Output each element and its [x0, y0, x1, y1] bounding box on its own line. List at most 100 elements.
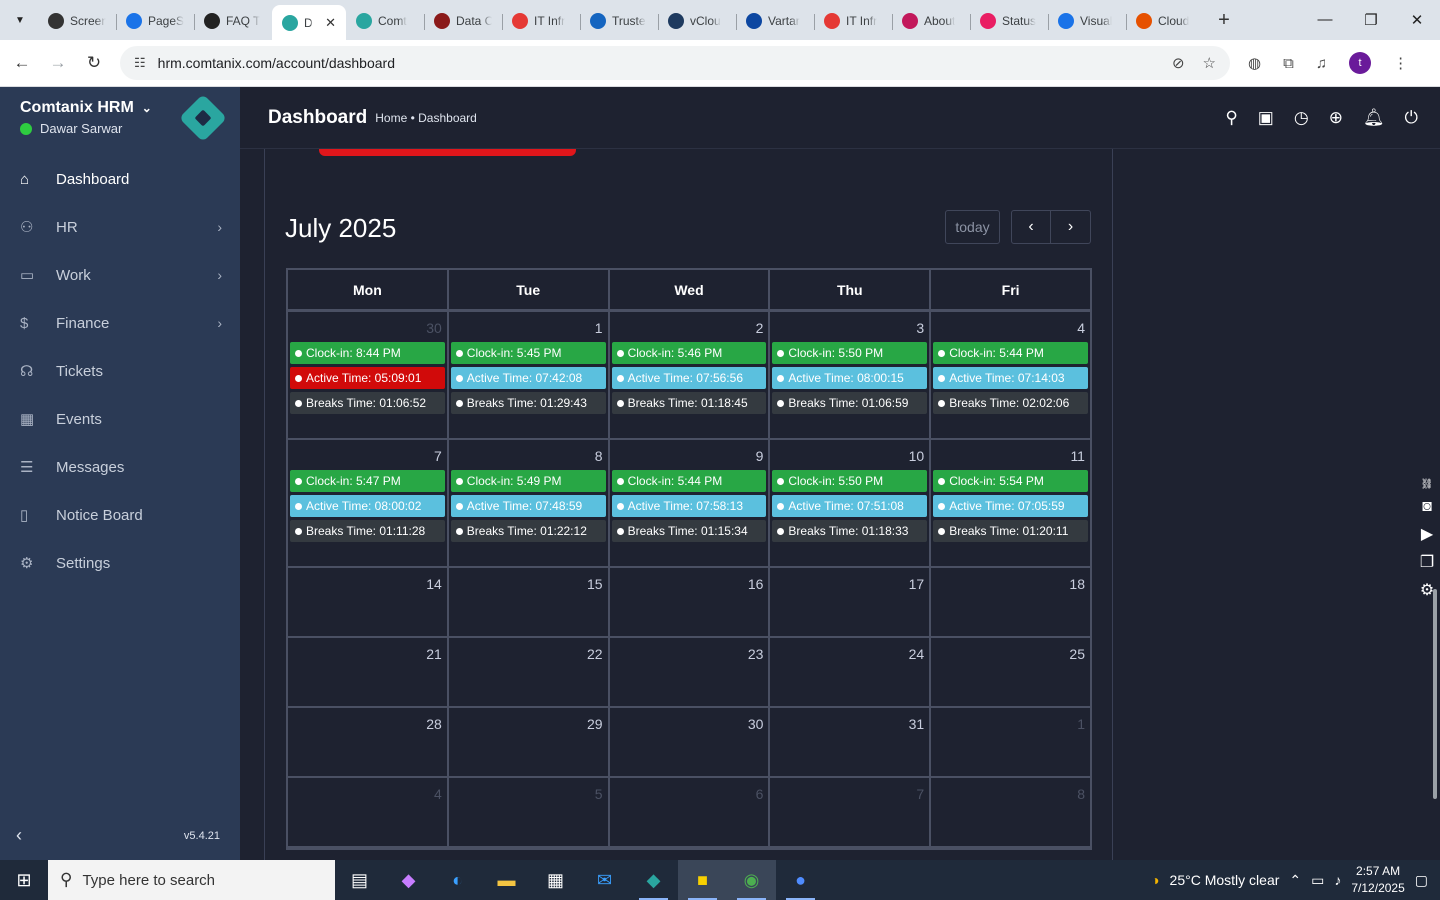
calendar-event-active[interactable]: Active Time: 07:14:03	[933, 367, 1088, 389]
calendar-day-cell[interactable]: 30	[610, 708, 771, 776]
forward-icon[interactable]: →	[40, 53, 76, 73]
calendar-event-breaks[interactable]: Breaks Time: 01:11:28	[290, 520, 445, 542]
calendar-event-active[interactable]: Active Time: 07:58:13	[611, 495, 767, 517]
sticky-notes-icon[interactable]: ■	[678, 860, 727, 900]
day-number[interactable]: 14	[290, 570, 445, 598]
calendar-event-active[interactable]: Active Time: 07:05:59	[933, 495, 1088, 517]
prev-month-icon[interactable]: ‹	[1011, 210, 1051, 244]
calendar-day-cell[interactable]: 30 Clock-in: 8:44 PM Active Time: 05:09:01…	[288, 312, 449, 438]
calendar-day-cell[interactable]: 7	[770, 778, 932, 846]
day-number[interactable]: 18	[933, 570, 1088, 598]
bell-icon[interactable]: 🔔︎	[1363, 108, 1385, 128]
day-number[interactable]: 1	[451, 314, 606, 342]
notifications-icon[interactable]: ▢	[1415, 872, 1428, 889]
weather-text[interactable]: 25°C Mostly clear	[1170, 872, 1280, 888]
calendar-day-cell[interactable]: 25	[931, 638, 1090, 706]
calendar-event-active[interactable]: Active Time: 07:51:08	[772, 495, 928, 517]
address-bar[interactable]: ☷ hrm.comtanix.com/account/dashboard ⊘ ☆	[120, 46, 1230, 80]
calendar-event-late[interactable]: Active Time: 05:09:01	[290, 367, 445, 389]
new-tab-button[interactable]: +	[1212, 9, 1236, 32]
calendar-event-active[interactable]: Active Time: 07:56:56	[611, 367, 767, 389]
calendar-event-breaks[interactable]: Breaks Time: 01:18:33	[772, 520, 928, 542]
task-view-icon[interactable]: ▤	[335, 860, 384, 900]
breadcrumb[interactable]: Home • Dashboard	[375, 111, 477, 125]
calendar-day-cell[interactable]: 29	[449, 708, 610, 776]
browser-tab[interactable]: Data C	[424, 6, 502, 36]
sidebar-item-finance[interactable]: $ Finance ›	[0, 299, 240, 347]
calendar-event-active[interactable]: Active Time: 08:00:02	[290, 495, 445, 517]
day-number[interactable]: 17	[772, 570, 927, 598]
video-icon[interactable]: ▶	[1421, 524, 1433, 544]
calendar-day-cell[interactable]: 2 Clock-in: 5:46 PM Active Time: 07:56:56 B…	[610, 312, 771, 438]
calendar-day-cell[interactable]: 28	[288, 708, 449, 776]
day-number[interactable]: 28	[290, 710, 445, 738]
calendar-event-breaks[interactable]: Breaks Time: 01:18:45	[611, 392, 767, 414]
tab-search-icon[interactable]: ▼	[8, 8, 32, 32]
calendar-event-clock[interactable]: Clock-in: 5:46 PM	[611, 342, 767, 364]
tray-chevron-icon[interactable]: ⌃	[1289, 872, 1301, 889]
sticky-note-icon[interactable]: ▣	[1258, 108, 1274, 128]
store-icon[interactable]: ▦	[531, 860, 580, 900]
browser-tab[interactable]: Status	[970, 6, 1048, 36]
profile-avatar[interactable]: t	[1349, 52, 1372, 74]
day-number[interactable]: 11	[933, 442, 1088, 470]
today-button[interactable]: today	[945, 210, 1000, 244]
browser-tab[interactable]: vClou	[658, 6, 736, 36]
browser-tab[interactable]: IT Infr	[814, 6, 892, 36]
zoom-icon[interactable]: ●	[776, 860, 825, 900]
taskbar-clock[interactable]: 2:57 AM 7/12/2025	[1351, 863, 1404, 897]
calendar-event-breaks[interactable]: Breaks Time: 01:22:12	[450, 520, 606, 542]
day-number[interactable]: 31	[772, 710, 927, 738]
add-circle-icon[interactable]: ⊕	[1329, 108, 1343, 128]
day-number[interactable]: 30	[612, 710, 767, 738]
calendar-day-cell[interactable]: 31	[770, 708, 932, 776]
calendar-day-cell[interactable]: 6	[610, 778, 771, 846]
calendar-event-active[interactable]: Active Time: 07:42:08	[450, 367, 606, 389]
scrollbar[interactable]	[1433, 589, 1437, 799]
network-icon[interactable]: ▭	[1311, 872, 1324, 889]
day-number[interactable]: 3	[772, 314, 927, 342]
browser-tab[interactable]: Cloud	[1126, 6, 1204, 36]
taskbar-search[interactable]: ⚲ Type here to search	[48, 860, 335, 900]
sidebar-item-messages[interactable]: ☰ Messages	[0, 443, 240, 491]
day-number[interactable]: 1	[933, 710, 1088, 738]
extensions-icon[interactable]: ⧉	[1283, 55, 1294, 72]
day-number[interactable]: 22	[451, 640, 606, 668]
calendar-event-active[interactable]: Active Time: 08:00:15	[772, 367, 928, 389]
day-number[interactable]: 4	[290, 780, 445, 808]
day-number[interactable]: 5	[451, 780, 606, 808]
day-number[interactable]: 8	[933, 780, 1088, 808]
calendar-event-clock[interactable]: Clock-in: 5:44 PM	[933, 342, 1088, 364]
copilot-icon[interactable]: ◆	[384, 860, 433, 900]
browser-tab[interactable]: About	[892, 6, 970, 36]
calendar-event-clock[interactable]: Clock-in: 8:44 PM	[290, 342, 445, 364]
browser-tab[interactable]: FAQ T	[194, 6, 272, 36]
back-icon[interactable]: ←	[4, 53, 40, 73]
link-icon[interactable]: ⛓	[1421, 479, 1434, 490]
day-number[interactable]: 21	[290, 640, 445, 668]
day-number[interactable]: 2	[612, 314, 767, 342]
comtanix-app-icon[interactable]: ◆	[629, 860, 678, 900]
browser-tab[interactable]: Screen	[38, 6, 116, 36]
day-number[interactable]: 7	[772, 780, 927, 808]
url-text[interactable]: hrm.comtanix.com/account/dashboard	[158, 55, 395, 71]
day-number[interactable]: 4	[933, 314, 1088, 342]
sidebar-item-hr[interactable]: ⚇ HR ›	[0, 203, 240, 251]
calendar-day-cell[interactable]: 3 Clock-in: 5:50 PM Active Time: 08:00:15 B…	[770, 312, 932, 438]
browser-tab[interactable]: Truste	[580, 6, 658, 36]
chrome-icon[interactable]: ◉	[727, 860, 776, 900]
calendar-event-clock[interactable]: Clock-in: 5:45 PM	[450, 342, 606, 364]
calendar-day-cell[interactable]: 4	[288, 778, 449, 846]
calendar-day-cell[interactable]: 9 Clock-in: 5:44 PM Active Time: 07:58:13 B…	[610, 440, 771, 566]
bookmark-star-icon[interactable]: ☆	[1203, 54, 1216, 72]
day-number[interactable]: 29	[451, 710, 606, 738]
camera-icon[interactable]: ◙	[1422, 498, 1432, 516]
day-number[interactable]: 7	[290, 442, 445, 470]
clock-icon[interactable]: ◷	[1294, 108, 1309, 128]
translate-icon[interactable]: ◍	[1248, 54, 1261, 72]
chrome-menu-icon[interactable]: ⋮	[1393, 54, 1408, 72]
calendar-event-clock[interactable]: Clock-in: 5:50 PM	[772, 470, 928, 492]
sidebar-item-settings[interactable]: ⚙ Settings	[0, 539, 240, 587]
day-number[interactable]: 30	[290, 314, 445, 342]
calendar-day-cell[interactable]: 8 Clock-in: 5:49 PM Active Time: 07:48:59 B…	[449, 440, 610, 566]
